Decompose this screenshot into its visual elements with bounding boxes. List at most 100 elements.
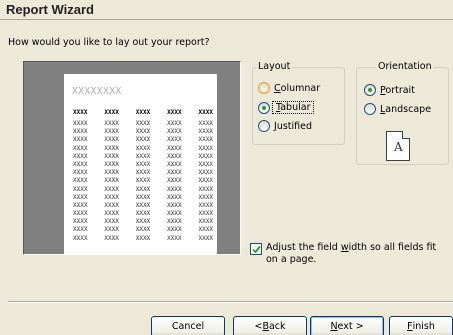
portrait-radio[interactable]: Portrait [364, 84, 415, 96]
layout-question: How would you like to lay out your repor… [8, 37, 210, 48]
adjust-field-width-checkbox[interactable]: Adjust the field width so all fields fit… [250, 242, 450, 266]
layout-legend: Layout [256, 61, 293, 72]
layout-preview: XXXXXXXX XXXX XXXX XXXX XXXX XXXX XXXX XX… [23, 61, 241, 255]
preview-cell: XXXX [104, 193, 119, 201]
next-button[interactable]: Next > [310, 316, 384, 335]
preview-column-header: XXXX [73, 109, 88, 116]
preview-cell: XXXX [104, 152, 119, 160]
preview-row: XXXX XXXX XXXX XXXX XXXX [73, 186, 213, 194]
tabular-radio-circle[interactable] [258, 101, 270, 114]
portrait-label: Portrait [380, 84, 415, 96]
preview-cell: XXXX [167, 136, 182, 144]
preview-row: XXXX XXXX XXXX XXXX XXXX [73, 128, 213, 136]
preview-cell: XXXX [73, 152, 88, 160]
preview-row: XXXX XXXX XXXX XXXX XXXX [73, 153, 213, 161]
preview-cell: XXXX [198, 144, 213, 152]
landscape-radio-circle[interactable] [364, 103, 376, 115]
preview-column-header: XXXX [198, 109, 213, 116]
preview-row: XXXX XXXX XXXX XXXX XXXX [73, 161, 213, 169]
preview-cell: XXXX [167, 234, 182, 242]
orientation-legend: Orientation [376, 61, 434, 72]
preview-page: XXXXXXXX XXXX XXXX XXXX XXXX XXXX XXXX XX… [64, 74, 217, 254]
preview-rows: XXXX XXXX XXXX XXXX XXXX XXXX XXXX XXXX XXXX XXXX… [73, 120, 213, 243]
preview-cell: XXXX [167, 169, 182, 177]
columnar-label: Columnar [274, 82, 321, 94]
tabular-radio[interactable]: Tabular [258, 101, 315, 114]
portrait-radio-circle[interactable] [364, 84, 376, 96]
preview-cell: XXXX [135, 218, 151, 226]
preview-cell: XXXX [198, 152, 213, 160]
preview-cell: XXXX [167, 128, 182, 136]
preview-cell: XXXX [104, 128, 119, 136]
preview-cell: XXXX [135, 226, 151, 234]
preview-cell: XXXX [135, 193, 151, 201]
justified-radio[interactable]: Justified [258, 120, 312, 132]
preview-cell: XXXX [73, 144, 88, 152]
preview-cell: XXXX [73, 185, 88, 193]
preview-cell: XXXX [167, 160, 182, 168]
preview-cell: XXXX [104, 218, 119, 226]
preview-cell: XXXX [198, 185, 213, 193]
preview-cell: XXXX [167, 185, 182, 193]
back-button[interactable]: < Back [233, 316, 307, 335]
preview-column-header: XXXX [135, 109, 151, 116]
preview-row: XXXX XXXX XXXX XXXX XXXX [73, 177, 213, 185]
preview-cell: XXXX [135, 169, 151, 177]
cancel-button[interactable]: Cancel [151, 316, 225, 335]
preview-cell: XXXX [198, 160, 213, 168]
justified-radio-circle[interactable] [258, 120, 270, 132]
preview-cell: XXXX [135, 120, 151, 127]
preview-cell: XXXX [73, 210, 88, 218]
preview-cell: XXXX [104, 160, 119, 168]
preview-cell: XXXX [104, 185, 119, 193]
preview-cell: XXXX [198, 136, 213, 144]
preview-row: XXXX XXXX XXXX XXXX XXXX [73, 235, 213, 243]
preview-cell: XXXX [135, 160, 151, 168]
finish-button[interactable]: Finish [389, 316, 453, 335]
preview-cell: XXXX [73, 193, 88, 201]
adjust-field-width-checkbox-box[interactable] [250, 243, 262, 255]
preview-cell: XXXX [104, 177, 119, 185]
preview-cell: XXXX [135, 144, 151, 152]
preview-row: XXXX XXXX XXXX XXXX XXXX [73, 210, 213, 218]
preview-cell: XXXX [73, 226, 88, 234]
preview-cell: XXXX [73, 234, 88, 242]
preview-cell: XXXX [73, 136, 88, 144]
preview-cell: XXXX [167, 144, 182, 152]
landscape-label: Landscape [380, 103, 432, 115]
preview-cell: XXXX [104, 144, 119, 152]
justified-label: Justified [274, 120, 313, 132]
preview-cell: XXXX [135, 210, 151, 218]
preview-cell: XXXX [198, 226, 213, 234]
preview-row: XXXX XXXX XXXX XXXX XXXX [73, 194, 213, 202]
preview-cell: XXXX [135, 177, 151, 185]
preview-cell: XXXX [198, 201, 213, 209]
checkmark-icon [252, 245, 261, 254]
preview-cell: XXXX [73, 169, 88, 177]
preview-cell: XXXX [198, 210, 213, 218]
preview-column-header: XXXX [104, 109, 119, 116]
preview-cell: XXXX [198, 120, 213, 127]
landscape-radio[interactable]: Landscape [364, 103, 431, 115]
preview-cell: XXXX [167, 177, 182, 185]
preview-cell: XXXX [135, 128, 151, 136]
preview-title-placeholder: XXXXXXXX [72, 86, 122, 97]
preview-cell: XXXX [104, 226, 119, 234]
preview-cell: XXXX [198, 169, 213, 177]
preview-row: XXXX XXXX XXXX XXXX XXXX [73, 145, 213, 153]
button-separator [8, 301, 453, 303]
window-title: Report Wizard [6, 2, 94, 17]
preview-cell: XXXX [104, 120, 119, 127]
preview-cell: XXXX [198, 234, 213, 242]
preview-cell: XXXX [135, 152, 151, 160]
columnar-radio-circle[interactable] [258, 82, 270, 94]
preview-row: XXXX XXXX XXXX XXXX XXXX [73, 169, 213, 177]
preview-cell: XXXX [73, 177, 88, 185]
preview-row: XXXX XXXX XXXX XXXX XXXX [73, 136, 213, 144]
preview-cell: XXXX [135, 234, 151, 242]
preview-cell: XXXX [104, 234, 119, 242]
preview-column-headers: XXXX XXXX XXXX XXXX XXXX [73, 109, 213, 116]
portrait-page-icon: A [386, 131, 410, 161]
columnar-radio[interactable]: Columnar [258, 82, 320, 94]
preview-cell: XXXX [198, 218, 213, 226]
